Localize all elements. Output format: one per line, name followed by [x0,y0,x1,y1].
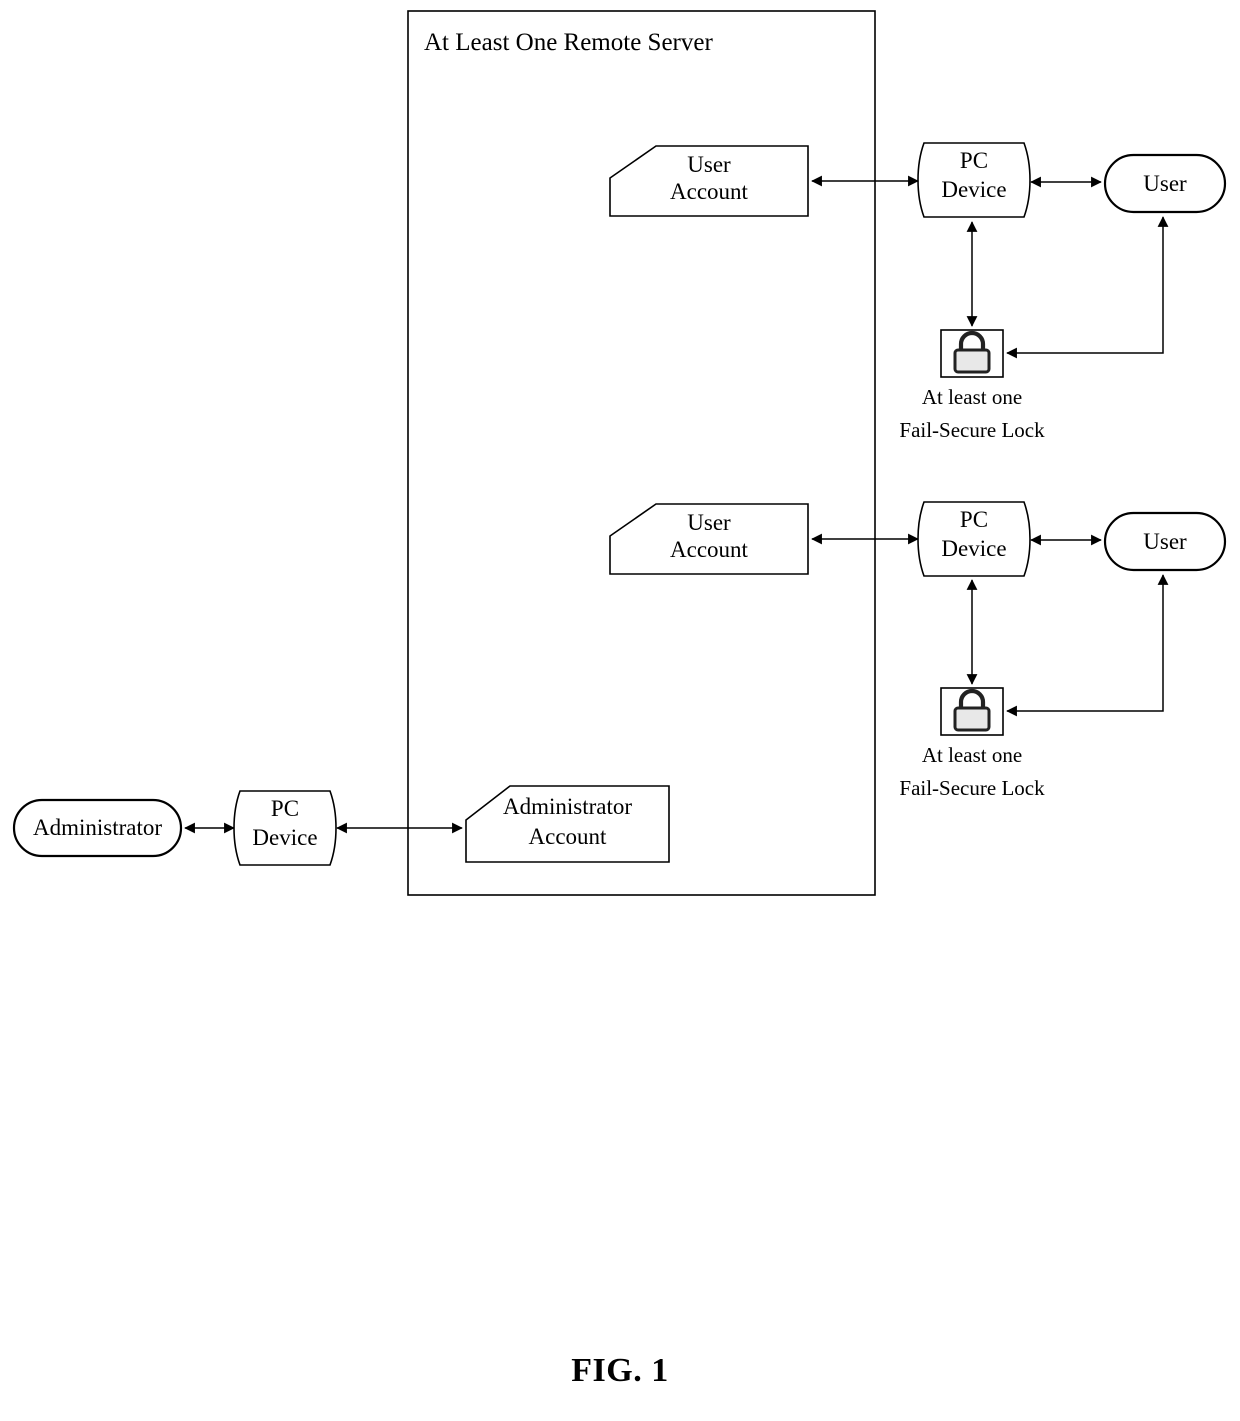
user-2-shape [1103,511,1227,572]
pc-device-admin-shape [233,790,337,866]
connector-user-1-lock-1 [1006,216,1169,359]
user-account-2-shape [609,503,809,575]
administrator-shape [12,798,183,858]
administrator-account-shape [465,785,670,863]
figure-canvas [12,10,1227,896]
user-1-shape [1103,153,1227,214]
pc-device-1-shape [917,142,1031,218]
connector-user-2-lock-2 [1006,574,1169,717]
figure-caption: FIG. 1 [571,1352,669,1389]
remote-server-container [407,10,876,896]
pc-device-2-shape [917,501,1031,577]
user-account-1-shape [609,145,809,217]
